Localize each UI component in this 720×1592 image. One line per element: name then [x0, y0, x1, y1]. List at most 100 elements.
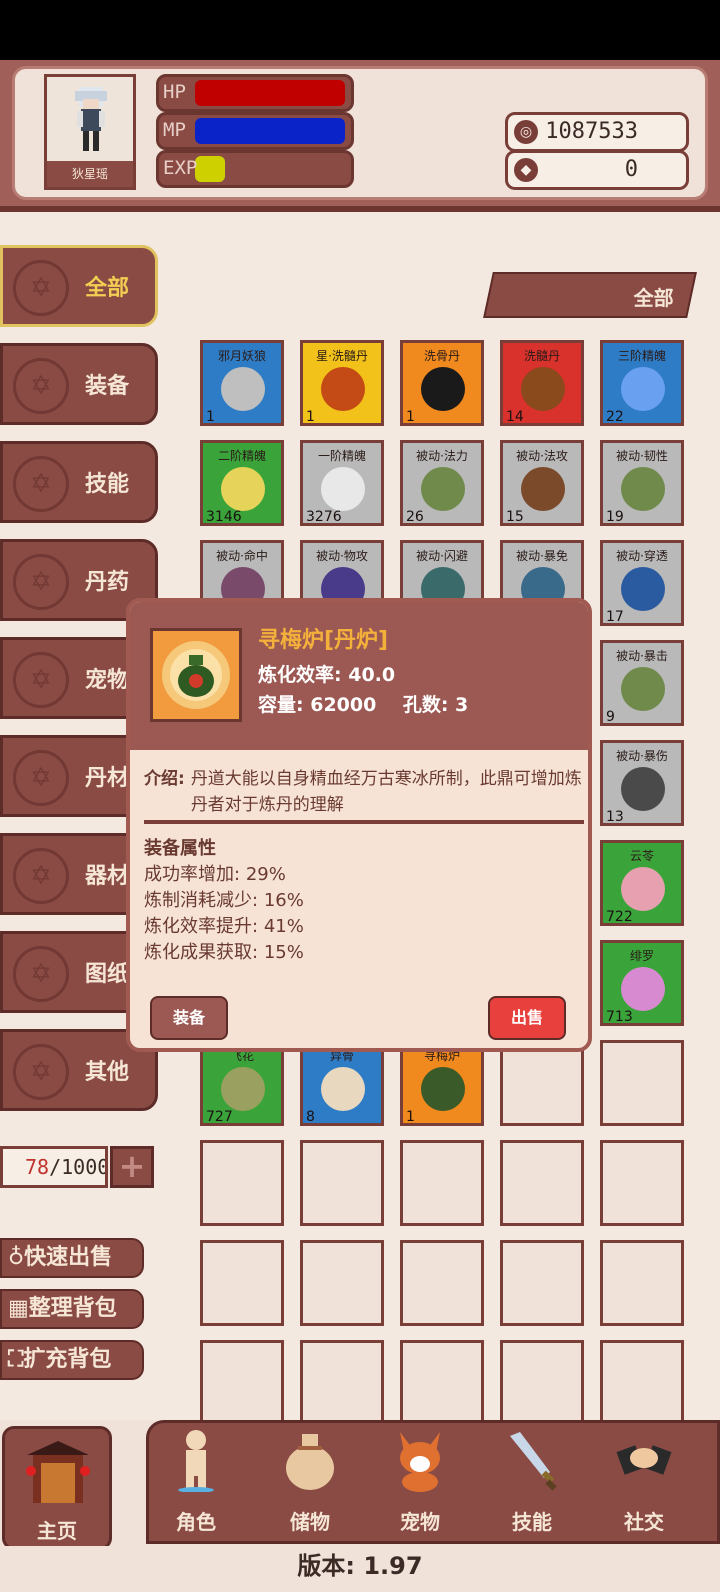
nav-home[interactable]: 主页 [2, 1426, 112, 1550]
hp-label: HP [163, 81, 186, 103]
item-detail-popup: 寻梅炉[丹炉] 炼化效率: 40.0 容量: 62000 孔数: 3 介绍: 丹… [126, 598, 592, 1052]
exp-bar: EXP [156, 150, 354, 188]
refine-efficiency-label: 炼化效率: [258, 664, 342, 686]
empty-slot[interactable] [200, 1140, 284, 1226]
inventory-item[interactable]: 被动·法攻 15 [500, 440, 584, 526]
inventory-item[interactable]: 异骨 8 [300, 1040, 384, 1126]
inventory-item[interactable]: 被动·暴伤 13 [600, 740, 684, 826]
empty-slot[interactable] [400, 1240, 484, 1326]
empty-slot[interactable] [300, 1140, 384, 1226]
popup-title: 寻梅炉[丹炉] [258, 628, 389, 653]
inventory-item[interactable]: 被动·穿透 17 [600, 540, 684, 626]
item-name: 被动·穿透 [616, 549, 668, 563]
item-art-icon [621, 967, 665, 1011]
item-art-icon [621, 667, 665, 711]
mp-bar: MP [156, 112, 354, 150]
inventory-item[interactable]: 洗髓丹 14 [500, 340, 584, 426]
nav-storage[interactable]: 储物 [256, 1428, 364, 1538]
player-name: 狄星瑶 [47, 161, 133, 187]
empty-slot[interactable] [200, 1340, 284, 1426]
pentagram-icon: ✡ [13, 946, 69, 1002]
item-name: 一阶精魄 [317, 449, 366, 463]
inventory-item[interactable]: 被动·暴击 9 [600, 640, 684, 726]
item-name: 洗骨丹 [423, 349, 460, 363]
attr-value: 15% [263, 942, 304, 963]
bag-icon: ♁ [8, 1245, 25, 1270]
pentagram-icon: ✡ [13, 848, 69, 904]
empty-slot[interactable] [500, 1040, 584, 1126]
item-art-icon [521, 367, 565, 411]
item-art-icon [621, 567, 665, 611]
item-name: 被动·韧性 [616, 449, 668, 463]
capacity-holes: 容量: 62000 孔数: 3 [258, 690, 468, 717]
attr-label: 炼化成果获取: [144, 942, 259, 963]
sidebar-tab-1[interactable]: ✡ 装备 [0, 343, 158, 425]
empty-slot[interactable] [600, 1040, 684, 1126]
expand-capacity-button[interactable]: + [110, 1146, 154, 1188]
inventory-item[interactable]: 星·洗髓丹 1 [300, 340, 384, 426]
item-name: 星·洗髓丹 [316, 349, 368, 363]
sell-button[interactable]: 出售 [488, 996, 566, 1040]
desc-label: 介绍: [144, 769, 185, 789]
desc-text: 丹道大能以自身精血经万古寒冰所制，此鼎可增加炼丹者对于炼丹的理解 [190, 769, 582, 815]
filter-dropdown[interactable]: 全部 [483, 272, 697, 318]
storage-bag-icon [286, 1434, 334, 1490]
inventory-item[interactable]: 邪月妖狼 1 [200, 340, 284, 426]
expand-bag-label: 扩充背包 [23, 1347, 112, 1372]
inventory-item[interactable]: 被动·法力 26 [400, 440, 484, 526]
pentagram-icon: ✡ [13, 456, 69, 512]
item-name: 邪月妖狼 [217, 349, 266, 363]
inventory-item[interactable]: 被动·韧性 19 [600, 440, 684, 526]
nav-pet[interactable]: 宠物 [366, 1428, 474, 1538]
item-art-icon [621, 867, 665, 911]
player-header: 狄星瑶 HP MP EXP ◎ 1087533 ◆ 0 [0, 60, 720, 212]
item-count: 1 [306, 409, 315, 425]
pentagram-icon: ✡ [13, 260, 69, 316]
gate-icon [26, 1441, 90, 1503]
expand-bag-button[interactable]: ⛶扩充背包 [0, 1340, 144, 1380]
inventory-item[interactable]: 一阶精魄 3276 [300, 440, 384, 526]
character-icon [178, 1430, 214, 1492]
item-name: 被动·闪避 [416, 549, 468, 563]
attr-value: 16% [263, 890, 304, 911]
capacity-display: 78/1000 [0, 1146, 108, 1188]
attr-label: 成功率增加: [144, 864, 241, 885]
item-name: 被动·法攻 [516, 449, 568, 463]
empty-slot[interactable] [400, 1140, 484, 1226]
empty-slot[interactable] [300, 1240, 384, 1326]
item-name: 云苓 [629, 849, 654, 863]
empty-slot[interactable] [400, 1340, 484, 1426]
inventory-item[interactable]: 寻梅炉 1 [400, 1040, 484, 1126]
sidebar-tab-label: 丹材 [85, 766, 130, 791]
empty-slot[interactable] [500, 1140, 584, 1226]
equip-button[interactable]: 装备 [150, 996, 228, 1040]
inventory-item[interactable]: 飞花 727 [200, 1040, 284, 1126]
sort-bag-button[interactable]: ▦整理背包 [0, 1289, 144, 1329]
inventory-item[interactable]: 云苓 722 [600, 840, 684, 926]
nav-character[interactable]: 角色 [142, 1428, 250, 1538]
empty-slot[interactable] [500, 1340, 584, 1426]
quick-sell-button[interactable]: ♁快速出售 [0, 1238, 144, 1278]
exp-label: EXP [163, 157, 198, 179]
avatar[interactable]: 狄星瑶 [44, 74, 136, 190]
sidebar-tab-label: 其他 [85, 1060, 130, 1085]
empty-slot[interactable] [600, 1340, 684, 1426]
inventory-item[interactable]: 二阶精魄 3146 [200, 440, 284, 526]
inventory-item[interactable]: 三阶精魄 22 [600, 340, 684, 426]
empty-slot[interactable] [600, 1240, 684, 1326]
empty-slot[interactable] [500, 1240, 584, 1326]
nav-social[interactable]: 社交 [590, 1428, 698, 1538]
sword-icon [510, 1432, 557, 1491]
empty-slot[interactable] [300, 1340, 384, 1426]
sidebar-tab-2[interactable]: ✡ 技能 [0, 441, 158, 523]
nav-skill[interactable]: 技能 [478, 1428, 586, 1538]
exp-fill [195, 156, 225, 182]
item-art-icon [321, 1067, 365, 1111]
capacity-label: 容量: [258, 694, 304, 716]
empty-slot[interactable] [600, 1140, 684, 1226]
sidebar-tab-0[interactable]: ✡ 全部 [0, 245, 158, 327]
inventory-item[interactable]: 绯罗 713 [600, 940, 684, 1026]
empty-slot[interactable] [200, 1240, 284, 1326]
inventory-item[interactable]: 洗骨丹 1 [400, 340, 484, 426]
expand-icon: ⛶ [8, 1347, 24, 1372]
